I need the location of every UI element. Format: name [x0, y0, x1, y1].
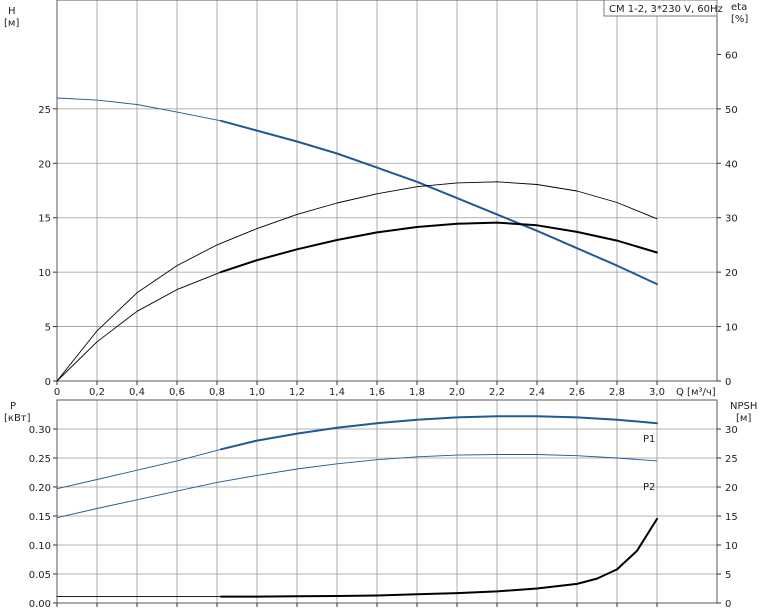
lower-y-left-tick-label: 0.25: [29, 454, 51, 465]
y-left-unit-power: [кВт]: [4, 413, 31, 424]
y-right-label-eta: eta: [731, 2, 747, 13]
series-label-p1: P1: [643, 434, 655, 445]
lower-y-left-tick-label: 0.15: [29, 512, 51, 523]
lower-y-left-tick-label: 0.20: [29, 483, 51, 494]
pump-performance-chart: 0 0,2 0,4 0,6 0,8 1,0 1,2 1,4 1,6 1,8 2,0 2,2 2,4 2,6…: [4, 0, 757, 610]
y-left-label-power: P: [10, 401, 16, 412]
lower-y-right-tick-label: 20: [725, 483, 738, 494]
upper-y-left-tick-label: 0: [45, 377, 51, 388]
upper-y-right-tick-label: 10: [725, 323, 738, 334]
x-tick-label: 0,8: [209, 387, 225, 398]
lower-panel: 0.00 0.05 0.10 0.15 0.20 0.25 0.30 0 5 10 15 20 25 30…: [4, 399, 757, 610]
x-tick-label: 2,6: [569, 387, 585, 398]
lower-y-right-tick-label: 15: [725, 512, 738, 523]
legend-text: CM 1-2, 3*230 V, 60Hz: [609, 4, 723, 15]
lower-series-line-1: [56, 454, 658, 519]
x-tick-label: 1,6: [369, 387, 385, 398]
upper-y-left-tick-label: 10: [38, 268, 51, 279]
x-tick-label: 0: [54, 387, 60, 398]
lower-y-left-tick-label: 0.10: [29, 541, 51, 552]
x-tick-label: 2,8: [609, 387, 625, 398]
x-tick-label: 2,4: [529, 387, 545, 398]
lower-y-right-tick-label: 10: [725, 541, 738, 552]
x-tick-label: 1,8: [409, 387, 425, 398]
x-tick-label: 1,2: [289, 387, 305, 398]
upper-y-left-tick-label: 15: [38, 214, 51, 225]
x-tick-label: 0,6: [169, 387, 185, 398]
upper-series-line-1: [56, 222, 658, 382]
y-left-label-head: H: [8, 6, 16, 17]
upper-panel-frame: [56, 0, 718, 382]
series-label-p2: P2: [643, 482, 655, 493]
upper-y-left-tick-label: 25: [38, 105, 51, 116]
x-tick-label: 0,4: [129, 387, 145, 398]
upper-y-right-tick-label: 0: [725, 377, 731, 388]
upper-y-right-tick-label: 40: [725, 159, 738, 170]
x-tick-label: 1,0: [249, 387, 265, 398]
y-right-unit-eta: [%]: [731, 14, 748, 25]
x-tick-label: 0,2: [89, 387, 105, 398]
lower-y-left-tick-label: 0.05: [29, 570, 51, 581]
lower-y-right-tick-label: 25: [725, 454, 738, 465]
upper-y-left-tick-label: 5: [45, 323, 51, 334]
x-tick-label: 2,0: [449, 387, 465, 398]
lower-y-left-tick-label: 0.30: [29, 425, 51, 436]
y-right-label-npsh: NPSH: [730, 401, 757, 412]
upper-y-right-tick-label: 60: [725, 50, 738, 61]
upper-y-right-tick-label: 50: [725, 105, 738, 116]
x-axis-unit-label: Q [м³/ч]: [676, 387, 716, 398]
upper-y-left-tick-label: 20: [38, 159, 51, 170]
y-left-unit-head: [м]: [4, 18, 19, 29]
lower-y-right-tick-label: 30: [725, 425, 738, 436]
y-right-unit-npsh: [м]: [736, 413, 751, 424]
lower-y-left-tick-label: 0.00: [29, 599, 51, 610]
lower-series-line-0: [56, 415, 658, 490]
upper-series-duty-range-1: [220, 221, 658, 274]
upper-panel: 0 0,2 0,4 0,6 0,8 1,0 1,2 1,4 1,6 1,8 2,0 2,2 2,4 2,6…: [4, 0, 748, 398]
upper-y-right-tick-label: 30: [725, 214, 738, 225]
lower-series-duty-range-0: [220, 415, 658, 451]
legend-box: CM 1-2, 3*230 V, 60Hz: [603, 0, 723, 17]
upper-y-right-tick-label: 20: [725, 268, 738, 279]
x-tick-label: 2,2: [489, 387, 505, 398]
lower-y-right-tick-label: 0: [725, 599, 731, 610]
x-tick-label: 1,4: [329, 387, 345, 398]
upper-series-line-0: [56, 97, 658, 285]
lower-y-right-tick-label: 5: [725, 570, 731, 581]
upper-series-line-2: [56, 181, 658, 382]
upper-series-duty-range-0: [220, 119, 658, 286]
x-tick-label: 3,0: [649, 387, 665, 398]
lower-series-duty-range-2: [220, 517, 658, 598]
lower-panel-frame: [56, 399, 718, 604]
